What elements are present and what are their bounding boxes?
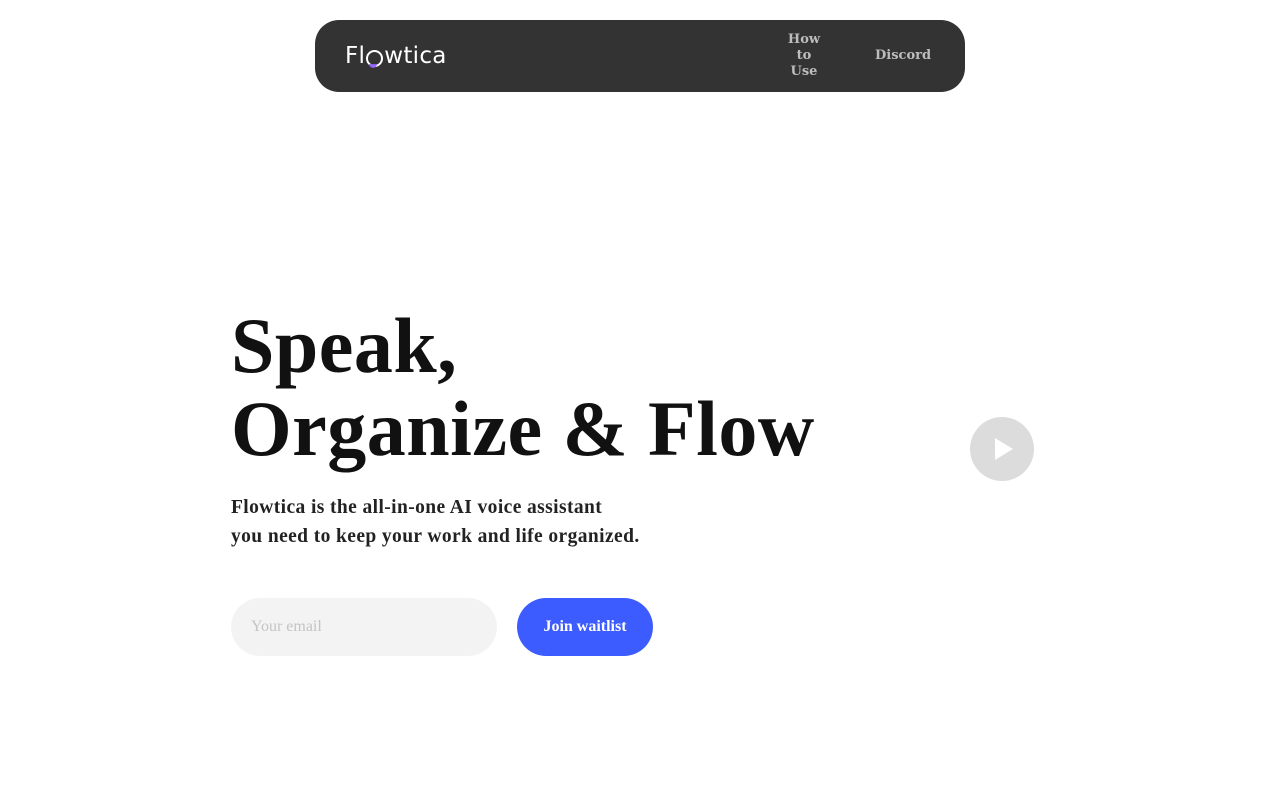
hero-title-line-1: Speak, xyxy=(231,302,458,389)
logo-text-suffix: wtica xyxy=(384,43,447,69)
nav-link-how-to-use[interactable]: How to Use xyxy=(785,32,823,80)
email-input[interactable] xyxy=(231,598,497,656)
hero-title: Speak, Organize & Flow xyxy=(231,304,815,470)
flowtica-logo[interactable]: Fl wtica xyxy=(345,40,447,72)
hero-title-line-2: Organize & Flow xyxy=(231,385,815,472)
logo-text-prefix: Fl xyxy=(345,43,366,69)
nav-link-discord[interactable]: Discord xyxy=(875,48,931,64)
hero-subtitle: Flowtica is the all-in-one AI voice assi… xyxy=(231,493,640,551)
join-waitlist-button[interactable]: Join waitlist xyxy=(517,598,653,656)
hero-subtitle-line-1: Flowtica is the all-in-one AI voice assi… xyxy=(231,497,603,518)
play-icon xyxy=(995,438,1013,460)
landing-page: Fl wtica How to Use Discord Speak, Organi… xyxy=(0,0,1280,800)
top-nav: Fl wtica How to Use Discord xyxy=(315,20,965,92)
hero-subtitle-line-2: you need to keep your work and life orga… xyxy=(231,526,640,547)
logo-o-mark-icon xyxy=(366,49,384,68)
play-video-button[interactable] xyxy=(970,417,1034,481)
